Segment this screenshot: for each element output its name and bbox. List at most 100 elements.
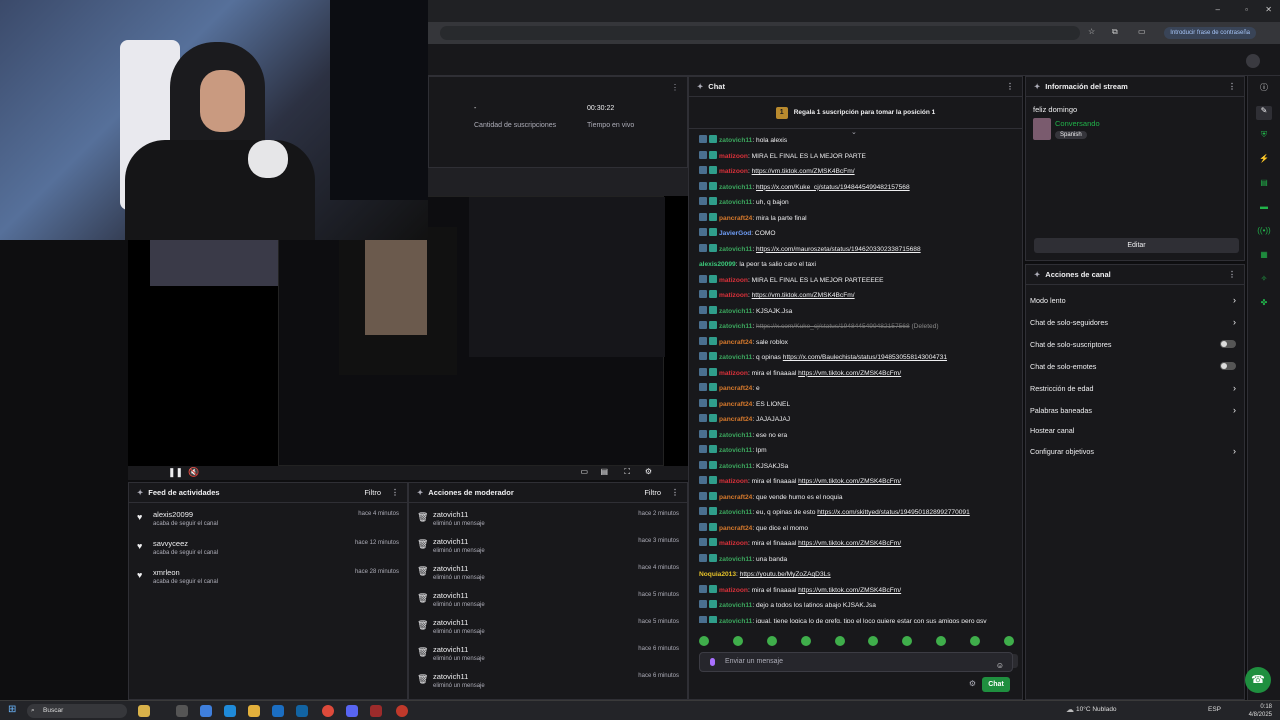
maximize-icon[interactable]: ▫ — [1245, 5, 1248, 14]
moderator-badge-icon[interactable] — [699, 383, 707, 391]
moderator-badge-icon[interactable] — [699, 445, 707, 453]
channel-action-item[interactable]: Configurar objetivos › — [1026, 440, 1244, 462]
chat-input[interactable]: Enviar un mensaje ☺ — [699, 652, 1013, 672]
moderator-badge-icon[interactable] — [699, 460, 707, 469]
moderator-badge-icon[interactable] — [699, 600, 707, 608]
channel-action-item[interactable]: Chat de solo-seguidores › — [1026, 311, 1244, 333]
weather-text[interactable]: 10°C Nublado — [1076, 706, 1117, 713]
chat-username[interactable]: alexis20099 — [699, 261, 736, 268]
pin-icon[interactable]: ✦ — [1034, 82, 1040, 91]
moderator-badge-icon[interactable] — [699, 197, 707, 205]
subscriber-badge-icon[interactable] — [709, 367, 717, 376]
discord-icon[interactable] — [346, 705, 358, 717]
more-icon[interactable]: ⋮ — [1228, 82, 1236, 91]
clock[interactable]: 0:18 4/8/2025 — [1249, 703, 1272, 719]
subscriber-badge-icon[interactable] — [709, 553, 717, 562]
subscriber-badge-icon[interactable] — [709, 135, 717, 143]
chat-username[interactable]: matizoon — [719, 168, 748, 175]
chat-message[interactable]: zatovich11: KJSAKJSa — [699, 459, 1012, 475]
chat-username[interactable]: zatovich11 — [719, 602, 752, 609]
shield-icon[interactable]: ⛨ — [1256, 130, 1272, 144]
moderator-badge-icon[interactable] — [699, 476, 707, 484]
chat-username[interactable]: matizoon — [719, 153, 748, 160]
puzzle-icon[interactable]: ✤ — [1256, 298, 1272, 312]
moderator-badge-icon[interactable] — [699, 135, 707, 143]
chat-message[interactable]: matizoon: mira el finaaaal https://vm.ti… — [699, 536, 1012, 552]
pause-icon[interactable]: ❚❚ — [168, 467, 183, 478]
clip-icon[interactable]: ▤ — [600, 467, 608, 476]
chat-message[interactable]: zatovich11: q opinas https://x.com/Baule… — [699, 350, 1012, 366]
moderator-badge-icon[interactable] — [699, 615, 707, 623]
moderator-badge-icon[interactable] — [699, 228, 707, 236]
chat-message[interactable]: alexis20099: la peor ta salio caro el ta… — [699, 257, 1012, 273]
pin-icon[interactable]: ✦ — [417, 488, 423, 497]
moderator-badge-icon[interactable] — [699, 522, 707, 531]
chat-bubble-icon[interactable]: ▬ — [1256, 202, 1272, 216]
subscriber-badge-icon[interactable] — [709, 522, 717, 531]
chat-username[interactable]: zatovich11 — [719, 184, 752, 191]
moderator-badge-icon[interactable] — [699, 290, 707, 298]
channel-action-item[interactable]: Palabras baneadas › — [1026, 399, 1244, 421]
emote-icon[interactable] — [970, 636, 980, 646]
emote-icon[interactable] — [936, 636, 947, 646]
chat-message[interactable]: zatovich11: hola alexis — [699, 133, 1012, 149]
chat-username[interactable]: Noquia2013 — [699, 571, 736, 578]
subscriber-badge-icon[interactable] — [709, 197, 717, 205]
chat-message[interactable]: pancraft24: e — [699, 381, 1012, 397]
channel-action-item[interactable]: Modo lento › — [1026, 289, 1244, 311]
emote-icon[interactable] — [902, 636, 913, 646]
chat-link[interactable]: https://vm.tiktok.com/ZMSK4BcFm/ — [752, 168, 855, 175]
taskbar-search[interactable]: ⌕ Buscar — [27, 704, 127, 718]
emote-icon[interactable] — [868, 636, 879, 646]
chat-settings-icon[interactable]: ⚙ — [969, 679, 976, 688]
subscriber-badge-icon[interactable] — [709, 181, 717, 190]
chat-message[interactable]: pancraft24: ES LIONEL — [699, 397, 1012, 413]
chat-username[interactable]: JavierGod — [719, 230, 751, 237]
chat-message[interactable]: matizoon: MIRA EL FINAL ES LA MEJOR PART… — [699, 273, 1012, 289]
category-link[interactable]: Conversando — [1055, 119, 1100, 128]
chat-username[interactable]: matizoon — [719, 277, 748, 284]
note-icon[interactable]: ▤ — [1256, 178, 1272, 192]
chat-username[interactable]: zatovich11 — [719, 246, 752, 253]
obs-icon[interactable] — [396, 705, 408, 717]
chat-message[interactable]: zatovich11: KJSAJK.Jsa — [699, 304, 1012, 320]
chat-message[interactable]: zatovich11: una banda — [699, 552, 1012, 568]
emote-icon[interactable] — [1003, 636, 1014, 646]
moderator-badge-icon[interactable] — [699, 367, 707, 376]
chat-message[interactable]: zatovich11: eu, q opinas de esto https:/… — [699, 505, 1012, 521]
chat-message[interactable]: pancraft24: sale roblox — [699, 335, 1012, 351]
moderator-badge-icon[interactable] — [699, 584, 707, 593]
channel-action-item[interactable]: Chat de solo-emotes — [1026, 355, 1244, 377]
chat-username[interactable]: zatovich11 — [719, 432, 752, 439]
chat-username[interactable]: zatovich11 — [719, 556, 752, 563]
chat-message[interactable]: matizoon: MIRA EL FINAL ES LA MEJOR PART… — [699, 149, 1012, 165]
chat-message[interactable]: matizoon: https://vm.tiktok.com/ZMSK4BcF… — [699, 164, 1012, 180]
moderator-badge-icon[interactable] — [699, 507, 707, 515]
store-icon[interactable] — [272, 705, 284, 717]
broadcast-icon[interactable]: ((•)) — [1256, 226, 1272, 240]
chat-message[interactable]: pancraft24: que dice el momo — [699, 521, 1012, 537]
chat-username[interactable]: zatovich11 — [719, 509, 752, 516]
chat-username[interactable]: matizoon — [719, 292, 748, 299]
moderator-badge-icon[interactable] — [699, 553, 707, 562]
edit-stream-button[interactable]: Editar — [1034, 238, 1239, 253]
chat-username[interactable]: matizoon — [719, 540, 748, 547]
subscriber-badge-icon[interactable] — [709, 352, 717, 360]
mute-icon[interactable]: 🔇 — [188, 467, 199, 478]
chat-link[interactable]: https://x.com/Kuke_cj/status/19484454994… — [756, 184, 910, 191]
subscriber-badge-icon[interactable] — [709, 243, 717, 252]
toggle-switch[interactable] — [1220, 340, 1236, 348]
explorer-icon[interactable] — [248, 705, 260, 717]
chat-message[interactable]: Noquia2013: https://youtu.be/MyZoZAqD3Ls — [699, 567, 1012, 583]
chat-username[interactable]: pancraft24 — [719, 339, 752, 346]
chat-message[interactable]: zatovich11: https://x.com/Kuke_cj/status… — [699, 180, 1012, 196]
chat-message[interactable]: zatovich11: igual, tiene logica lo de gr… — [699, 614, 1012, 623]
subscriber-badge-icon[interactable] — [709, 212, 717, 221]
chat-username[interactable]: pancraft24 — [719, 401, 752, 408]
moderator-badge-icon[interactable] — [699, 336, 707, 345]
chat-username[interactable]: pancraft24 — [719, 494, 752, 501]
subscriber-badge-icon[interactable] — [709, 321, 717, 329]
pin-icon[interactable]: ✦ — [697, 82, 703, 91]
minimize-icon[interactable]: – — [1216, 5, 1220, 14]
moderator-badge-icon[interactable] — [699, 150, 707, 159]
